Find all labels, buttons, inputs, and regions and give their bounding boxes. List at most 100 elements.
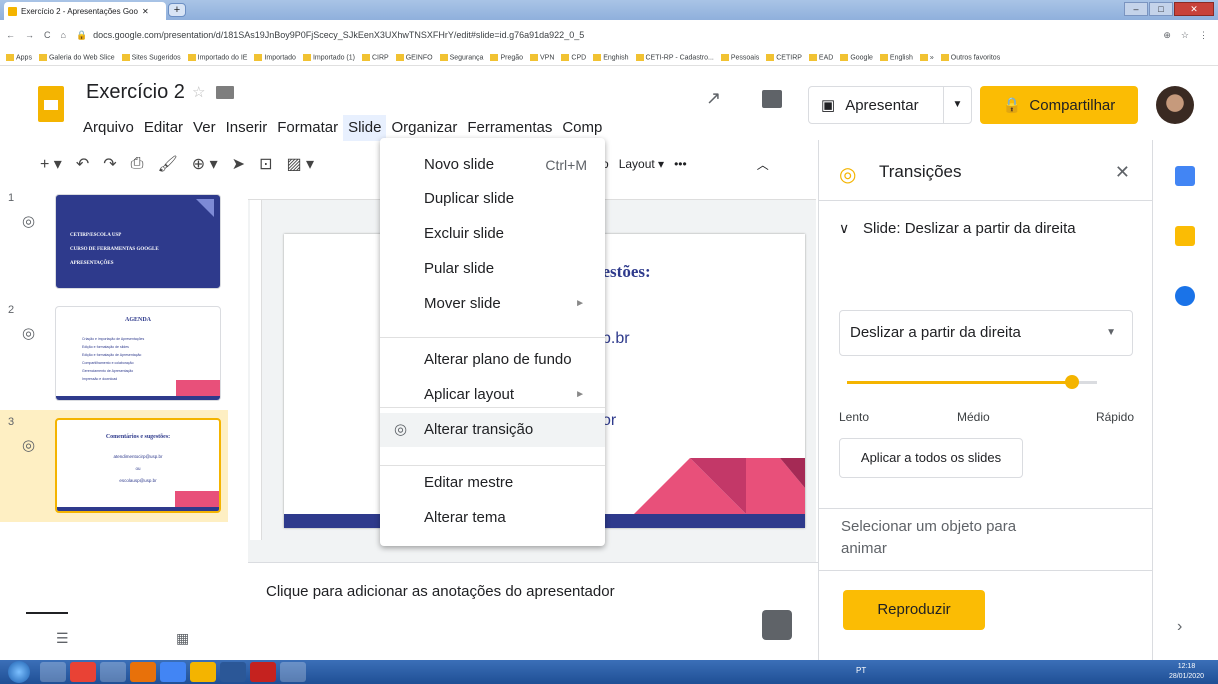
slide-thumbnail-1[interactable]: CETIRP/ESCOLA USP CURSO DE FERRAMENTAS GO… [55,194,221,289]
back-icon[interactable]: ← [6,30,15,40]
bookmark-item[interactable]: » [919,53,934,61]
explore-icon[interactable] [762,610,792,640]
forward-icon[interactable]: → [25,30,34,40]
bookmark-item[interactable]: Galeria do Web Slice [38,53,115,61]
bookmark-item[interactable]: Importado do IE [187,53,247,61]
textbox-icon[interactable]: ⊡ [259,154,272,174]
collapse-toolbar-icon[interactable]: ︿ [757,156,769,173]
layout-button[interactable]: Layout ▾ [619,157,664,171]
filmstrip-view-icon[interactable]: ☰ [56,630,69,647]
document-title[interactable]: Exercício 2 [86,81,185,104]
menu-formatar[interactable]: Formatar [272,115,343,141]
bookmark-item[interactable]: Pregão [490,53,523,61]
bookmark-item[interactable]: Google [840,53,873,61]
present-dropdown-icon[interactable]: ▼ [943,87,971,123]
zoom-icon[interactable]: ⊕ [1163,30,1171,41]
share-button[interactable]: 🔒 Compartilhar [980,86,1138,124]
avatar[interactable] [1156,86,1194,124]
explorer-taskbar-icon[interactable] [100,662,126,682]
activity-trend-icon[interactable]: ↗ [706,88,721,109]
menu-ver[interactable]: Ver [188,115,221,141]
taskbar-app-icon[interactable] [280,662,306,682]
firefox-taskbar-icon[interactable] [130,662,156,682]
extensions-icon[interactable]: ⋮ [1199,30,1218,41]
bookmark-item[interactable]: VPN [530,53,554,61]
bookmark-item[interactable]: Enghish [593,53,629,61]
bookmark-item[interactable]: Sites Sugeridos [121,53,181,61]
bookmark-star-icon[interactable]: ☆ [1181,30,1189,41]
menu-editar[interactable]: Editar [139,115,188,141]
comments-icon[interactable] [762,90,782,108]
undo-icon[interactable]: ↶ [76,154,89,174]
close-window-icon[interactable]: ✕ [1174,2,1214,16]
tasks-icon[interactable] [1175,286,1195,306]
browser-tab[interactable]: Exercício 2 - Apresentações Goo ✕ [4,2,166,20]
url-field[interactable]: 🔒 docs.google.com/presentation/d/181SAs1… [76,25,1153,45]
menu-item-alterar-transição[interactable]: ◎ Alterar transição [380,413,605,447]
word-taskbar-icon[interactable] [220,662,246,682]
speed-slider-handle[interactable] [1065,375,1079,389]
menu-item-duplicar-slide[interactable]: Duplicar slide [380,182,605,216]
language-indicator[interactable]: PT [856,666,866,675]
bookmark-item[interactable]: CPD [561,53,586,61]
expand-rail-icon[interactable]: › [1177,618,1182,636]
menu-slide[interactable]: Slide [343,115,387,141]
print-icon[interactable]: ⎙ [131,155,144,173]
reload-icon[interactable]: C [44,30,51,40]
menu-arquivo[interactable]: Arquivo [78,115,139,141]
bookmark-item[interactable]: Importado [254,53,296,61]
acrobat-taskbar-icon[interactable] [250,662,276,682]
bookmark-item[interactable]: Outros favoritos [940,53,1000,61]
bookmark-item[interactable]: CETIRP [766,53,802,61]
menu-item-pular-slide[interactable]: Pular slide [380,252,605,286]
redo-icon[interactable]: ↷ [103,154,116,174]
bookmark-item[interactable]: CIRP [362,53,389,61]
menu-item-alterar-plano-de-fundo[interactable]: Alterar plano de fundo [380,343,605,377]
bookmark-item[interactable]: GEINFO [395,53,433,61]
transition-type-select[interactable]: Deslizar a partir da direita ▼ [839,310,1133,356]
menu-item-alterar-tema[interactable]: Alterar tema [380,501,605,535]
bookmark-item[interactable]: Apps [6,53,32,61]
slides-logo-icon[interactable] [38,86,64,122]
taskbar-app-icon[interactable] [40,662,66,682]
select-cursor-icon[interactable]: ➤ [232,154,245,174]
present-button[interactable]: ▣ Apresentar ▼ [808,86,972,124]
menu-inserir[interactable]: Inserir [221,115,273,141]
transition-heading[interactable]: Slide: Deslizar a partir da direita [863,218,1083,240]
start-button[interactable] [8,661,30,683]
bookmark-item[interactable]: Segurança [439,53,483,61]
chevron-down-icon[interactable]: ∨ [839,220,849,237]
zoom-icon[interactable]: ⊕ ▾ [192,154,218,174]
bookmark-item[interactable]: English [879,53,913,61]
keep-icon[interactable] [1175,226,1195,246]
close-icon[interactable]: ✕ [1115,162,1130,183]
slide-thumbnail-3[interactable]: Comentários e sugestões: atendimentocirp@… [55,418,221,513]
menu-item-novo-slide[interactable]: Novo slide Ctrl+M [380,148,605,182]
apply-all-button[interactable]: Aplicar a todos os slides [839,438,1023,478]
star-icon[interactable]: ☆ [192,83,205,101]
folder-icon[interactable] [216,86,234,99]
bookmark-item[interactable]: Pessoais [720,53,759,61]
paint-format-icon[interactable]: 🖌 [157,154,177,174]
menu-item-mover-slide[interactable]: Mover slide ► [380,287,605,321]
bookmark-item[interactable]: Importado (1) [302,53,355,61]
taskbar-clock[interactable]: 12:18 28/01/2020 [1169,662,1204,682]
image-icon[interactable]: ▨ ▾ [286,154,314,174]
new-tab-button[interactable]: + [168,3,186,17]
more-options-icon[interactable]: ••• [674,157,687,171]
menu-item-excluir-slide[interactable]: Excluir slide [380,217,605,251]
calendar-icon[interactable] [1175,166,1195,186]
play-button[interactable]: Reproduzir [843,590,985,630]
select-object-hint[interactable]: Selecionar um objeto para animar [841,516,1061,560]
speed-slider[interactable] [847,375,1097,389]
chrome-taskbar-icon[interactable] [70,662,96,682]
minimize-icon[interactable]: – [1124,2,1148,16]
bookmark-item[interactable]: CETI-RP - Cadastro... [635,53,714,61]
close-tab-icon[interactable]: ✕ [142,7,149,16]
new-slide-icon[interactable]: + ▾ [40,154,62,174]
maximize-icon[interactable]: □ [1149,2,1173,16]
ie-taskbar-icon[interactable] [160,662,186,682]
home-icon[interactable]: ⌂ [61,30,66,40]
slide-thumbnail-2[interactable]: AGENDA Criação e importação de Apresentaç… [55,306,221,401]
menu-item-editar-mestre[interactable]: Editar mestre [380,466,605,500]
